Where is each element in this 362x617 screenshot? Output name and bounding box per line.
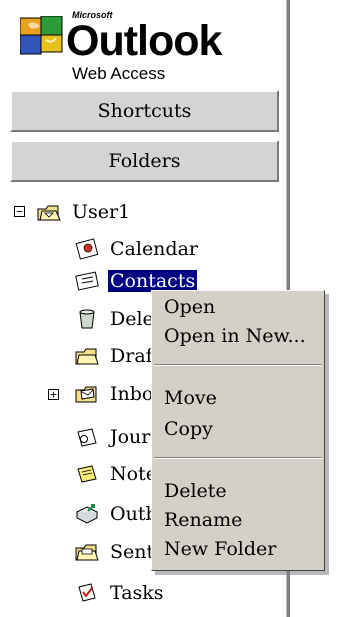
contacts-icon: [75, 271, 99, 291]
app-name: Outlook: [66, 17, 222, 65]
menu-item-delete[interactable]: Delete: [164, 479, 227, 503]
tree-item-label: Contacts: [108, 270, 198, 292]
tree-item-label: Tasks: [110, 582, 164, 604]
deleted-items-icon: [79, 309, 95, 329]
collapse-toggle-icon[interactable]: −: [14, 206, 25, 217]
menu-item-open[interactable]: Open: [164, 295, 215, 319]
tasks-icon: [78, 583, 96, 602]
tree-item-calendar[interactable]: Calendar: [74, 235, 200, 263]
mailbox-icon: [37, 205, 61, 221]
calendar-icon: [75, 238, 99, 260]
menu-separator: [154, 457, 322, 459]
menu-item-open-in-new[interactable]: Open in New...: [164, 324, 306, 348]
folders-button[interactable]: Folders: [10, 140, 279, 182]
menu-item-new-folder[interactable]: New Folder: [164, 537, 276, 561]
menu-separator: [154, 364, 322, 366]
journal-icon: [77, 428, 97, 447]
folder-context-menu: Open Open in New... Move Copy Delete Ren…: [151, 290, 325, 571]
office-logo-icon: [20, 16, 63, 55]
menu-item-move[interactable]: Move: [164, 386, 217, 410]
menu-item-copy[interactable]: Copy: [164, 417, 213, 441]
menu-item-rename[interactable]: Rename: [164, 508, 242, 532]
notes-icon: [77, 465, 97, 483]
outbox-icon: [75, 504, 99, 524]
drafts-folder-icon: [75, 348, 99, 365]
sent-items-icon: [75, 544, 99, 561]
shortcuts-button[interactable]: Shortcuts: [10, 90, 279, 132]
outlook-logo: Microsoft Outlook Web Access: [0, 0, 286, 92]
tree-item-tasks[interactable]: Tasks: [74, 579, 166, 607]
app-subtitle: Web Access: [72, 64, 166, 83]
tree-item-label: Calendar: [110, 238, 198, 260]
tree-item-label: User1: [72, 201, 131, 223]
inbox-icon: [75, 386, 97, 403]
tree-item-user1[interactable]: User1: [36, 198, 132, 226]
expand-toggle-icon[interactable]: +: [48, 389, 59, 400]
